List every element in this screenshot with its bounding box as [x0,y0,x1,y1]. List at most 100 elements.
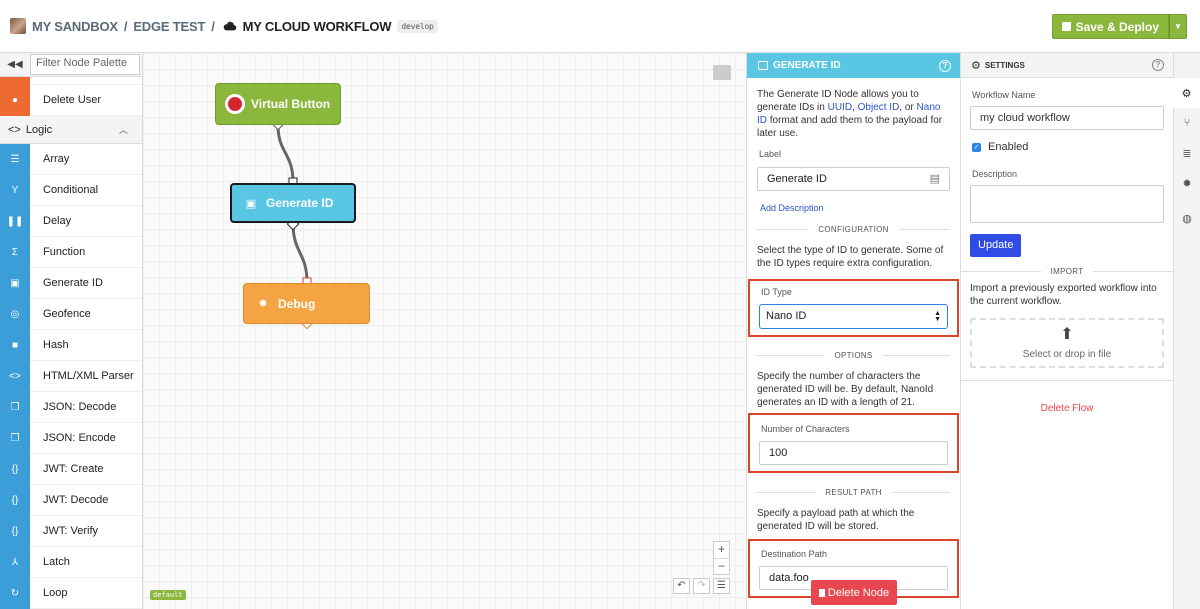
delete-node-button[interactable]: Delete Node [811,580,897,605]
palette-item-conditional[interactable]: Y Conditional [0,174,142,206]
workflow-name-label: Workflow Name [972,90,1036,100]
object-id-link[interactable]: Object ID [858,102,900,113]
palette-item-loop[interactable]: ↻ Loop [0,577,142,609]
target-icon: ◎ [0,298,30,330]
palette-item-label: JSON: Decode [43,401,117,413]
result-path-section-title: RESULT PATH [757,486,950,499]
cloud-icon [223,21,236,31]
tab-settings-gear-icon[interactable]: ⚙ [1173,78,1200,108]
workflow-settings-panel: ⚙ SETTINGS ? Workflow Name my cloud work… [961,53,1173,609]
node-virtual-button[interactable]: Virtual Button [215,83,341,125]
menu-icon[interactable]: ☰ [713,578,730,594]
workflow-canvas[interactable]: Virtual Button ▣ Generate ID ✹ Debug + −… [143,53,746,609]
zoom-in-button[interactable]: + [714,542,729,558]
palette-item-delay[interactable]: ❚❚ Delay [0,205,142,237]
configuration-section-title: CONFIGURATION [757,223,950,236]
divider [961,380,1173,381]
file-drop-zone[interactable]: ⬆ Select or drop in file [970,318,1164,368]
palette-item-label: Geofence [43,308,91,320]
tab-storage-database-icon[interactable]: ≣ [1174,138,1200,168]
palette-item-hash[interactable]: ■ Hash [0,329,142,361]
id-card-icon: ▤ [929,172,940,185]
destination-label: Destination Path [761,549,828,559]
label-input-value: Generate ID [767,172,827,185]
upload-icon: ⬆ [1060,325,1074,343]
edge-virtual-button-generate-id[interactable] [276,124,295,183]
palette-item-jwt-verify[interactable]: {} JWT: Verify [0,515,142,547]
undo-icon[interactable]: ↶ [673,578,690,594]
palette-item-label: Generate ID [43,277,103,289]
node-label: Generate ID [266,196,334,210]
palette-item-html-xml-parser[interactable]: <> HTML/XML Parser [0,360,142,392]
palette-item-label: HTML/XML Parser [43,370,134,382]
save-deploy-group: Save & Deploy ▼ [1051,14,1187,39]
label-input[interactable]: Generate ID ▤ [757,167,950,191]
palette-item-jwt-decode[interactable]: {} JWT: Decode [0,484,142,516]
drop-text: Select or drop in file [1022,348,1112,360]
id-type-select[interactable]: Nano ID ▲ ▼ [759,304,948,329]
palette-item-json-encode[interactable]: ❐ JSON: Encode [0,422,142,454]
loop-icon: ↻ [0,577,30,609]
zoom-out-button[interactable]: − [714,558,729,574]
save-deploy-label: Save & Deploy [1075,19,1159,34]
description-textarea[interactable] [970,185,1164,223]
palette-item-geofence[interactable]: ◎ Geofence [0,298,142,330]
gear-icon: ⚙ [971,59,981,72]
node-panel-header: GENERATE ID ? [747,53,960,78]
trash-icon [818,588,825,597]
enabled-label: Enabled [988,141,1029,153]
palette-item-label: Hash [43,339,69,351]
import-section-title: IMPORT [961,267,1173,276]
breadcrumb-sandbox[interactable]: MY SANDBOX [32,19,118,34]
description-label: Description [972,169,1018,179]
palette-category-logic[interactable]: <> Logic ︿ [0,116,142,144]
palette-item-jwt-create[interactable]: {} JWT: Create [0,453,142,485]
add-description-link[interactable]: Add Description [760,202,950,215]
palette-item-generate-id[interactable]: ▣ Generate ID [0,267,142,299]
palette-item-label: JSON: Encode [43,432,116,444]
delete-flow-link[interactable]: Delete Flow [970,403,1164,414]
node-label: Virtual Button [251,97,331,111]
update-button[interactable]: Update [970,234,1022,257]
node-generate-id[interactable]: ▣ Generate ID [230,183,356,223]
braces-icon: {} [0,484,30,516]
minimap-toggle[interactable] [713,65,731,80]
avatar[interactable] [10,18,26,34]
palette-item-array[interactable]: ☰ Array [0,143,142,175]
tab-debug-bug-icon[interactable]: ✹ [1174,168,1200,198]
node-palette: ◀◀ Filter Node Palette ● Delete User <> … [0,53,143,609]
save-options-caret-icon[interactable]: ▼ [1169,14,1187,39]
enabled-checkbox[interactable]: ✓ Enabled [972,141,1164,153]
redo-icon[interactable]: ↷ [693,578,710,594]
default-tag: default [150,590,186,600]
uuid-link[interactable]: UUID [828,102,852,113]
tab-globe-icon[interactable]: ◍ [1174,203,1200,233]
page-title: MY CLOUD WORKFLOW [242,18,392,34]
palette-item-label: JWT: Verify [43,525,99,537]
num-chars-input[interactable]: 100 [759,441,948,465]
id-type-label: ID Type [761,287,792,297]
palette-item-json-decode[interactable]: ❐ JSON: Decode [0,391,142,423]
bug-icon: ✹ [258,298,268,310]
palette-filter-input[interactable]: Filter Node Palette [30,54,140,75]
edge-generate-id-debug[interactable] [291,222,309,283]
save-deploy-button[interactable]: Save & Deploy [1051,14,1169,39]
help-icon[interactable]: ? [1152,59,1164,71]
palette-item-function[interactable]: Σ Function [0,236,142,268]
branch-badge: develop [397,19,438,33]
collapse-palette-icon[interactable]: ◀◀ [0,59,30,70]
node-debug[interactable]: ✹ Debug [243,283,370,324]
right-tab-rail: ⚙ ⑂ ≣ ✹ ◍ [1173,53,1200,609]
palette-item-latch[interactable]: ⅄ Latch [0,546,142,578]
node-panel-title: GENERATE ID [773,60,841,71]
history-controls: ↶ ↷ [673,578,713,594]
num-chars-label: Number of Characters [761,424,850,434]
palette-item-delete-user[interactable]: ● Delete User [0,84,142,116]
help-icon[interactable]: ? [939,59,951,72]
workflow-name-input[interactable]: my cloud workflow [970,106,1164,130]
code-icon: <> [0,360,30,392]
label-field-label: Label [759,149,782,159]
tab-versions-branch-icon[interactable]: ⑂ [1174,108,1200,138]
node-label: Debug [278,296,316,311]
breadcrumb-app[interactable]: EDGE TEST [133,19,205,34]
